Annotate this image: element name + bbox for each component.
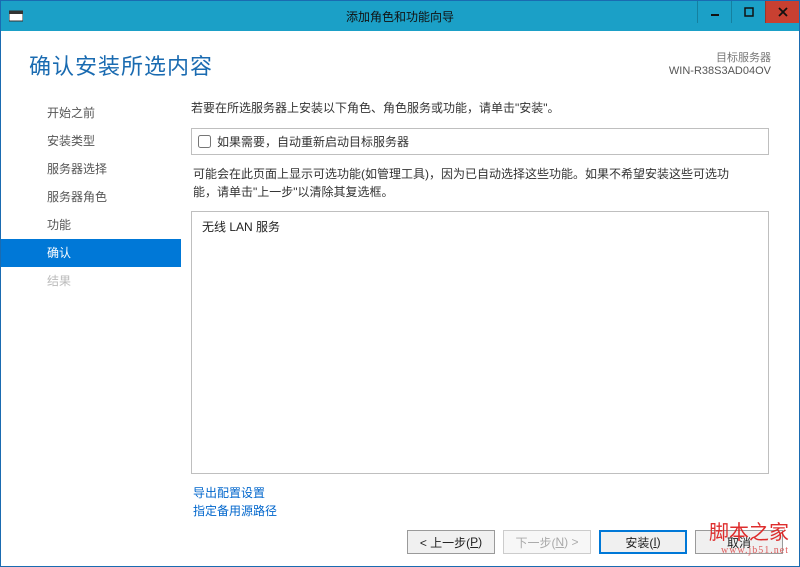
client-area: 确认安装所选内容 目标服务器 WIN-R38S3AD04OV 开始之前 安装类型… [1, 31, 799, 566]
page-title: 确认安装所选内容 [29, 49, 213, 81]
titlebar: 添加角色和功能向导 [1, 1, 799, 31]
app-icon [7, 7, 25, 25]
auto-restart-checkbox[interactable] [198, 135, 211, 148]
install-button[interactable]: 安装(I) [599, 530, 687, 554]
alt-source-link[interactable]: 指定备用源路径 [193, 502, 767, 520]
note-text: 可能会在此页面上显示可选功能(如管理工具)，因为已自动选择这些功能。如果不希望安… [193, 165, 767, 201]
next-button: 下一步(N) > [503, 530, 591, 554]
auto-restart-row[interactable]: 如果需要，自动重新启动目标服务器 [191, 128, 769, 155]
feature-item: 无线 LAN 服务 [202, 218, 758, 235]
navitem-server-selection[interactable]: 服务器选择 [1, 155, 181, 183]
minimize-button[interactable] [697, 1, 731, 23]
main-panel: 若要在所选服务器上安装以下角色、角色服务或功能，请单击"安装"。 如果需要，自动… [181, 91, 799, 520]
header: 确认安装所选内容 目标服务器 WIN-R38S3AD04OV [1, 31, 799, 91]
wizard-window: 添加角色和功能向导 确认安装所选内容 目标服务器 WIN-R38S3AD04OV [0, 0, 800, 567]
window-title: 添加角色和功能向导 [346, 8, 454, 25]
sidebar: 开始之前 安装类型 服务器选择 服务器角色 功能 确认 结果 [1, 91, 181, 520]
navitem-installation-type[interactable]: 安装类型 [1, 127, 181, 155]
target-server-label: 目标服务器 [669, 49, 771, 65]
body: 开始之前 安装类型 服务器选择 服务器角色 功能 确认 结果 若要在所选服务器上… [1, 91, 799, 520]
navitem-features[interactable]: 功能 [1, 211, 181, 239]
window-buttons [697, 1, 799, 31]
target-server-name: WIN-R38S3AD04OV [669, 65, 771, 77]
cancel-button[interactable]: 取消 [695, 530, 783, 554]
export-config-link[interactable]: 导出配置设置 [193, 484, 767, 502]
navitem-confirmation[interactable]: 确认 [1, 239, 181, 267]
maximize-button[interactable] [731, 1, 765, 23]
navitem-results: 结果 [1, 267, 181, 295]
previous-button[interactable]: < 上一步(P) [407, 530, 495, 554]
target-server-info: 目标服务器 WIN-R38S3AD04OV [669, 49, 771, 77]
close-button[interactable] [765, 1, 799, 23]
footer: < 上一步(P) 下一步(N) > 安装(I) 取消 [1, 520, 799, 566]
auto-restart-label: 如果需要，自动重新启动目标服务器 [217, 133, 409, 150]
links: 导出配置设置 指定备用源路径 [193, 484, 767, 520]
features-listbox[interactable]: 无线 LAN 服务 [191, 211, 769, 474]
navitem-server-roles[interactable]: 服务器角色 [1, 183, 181, 211]
description-text: 若要在所选服务器上安装以下角色、角色服务或功能，请单击"安装"。 [191, 99, 769, 116]
navitem-before-you-begin[interactable]: 开始之前 [1, 99, 181, 127]
